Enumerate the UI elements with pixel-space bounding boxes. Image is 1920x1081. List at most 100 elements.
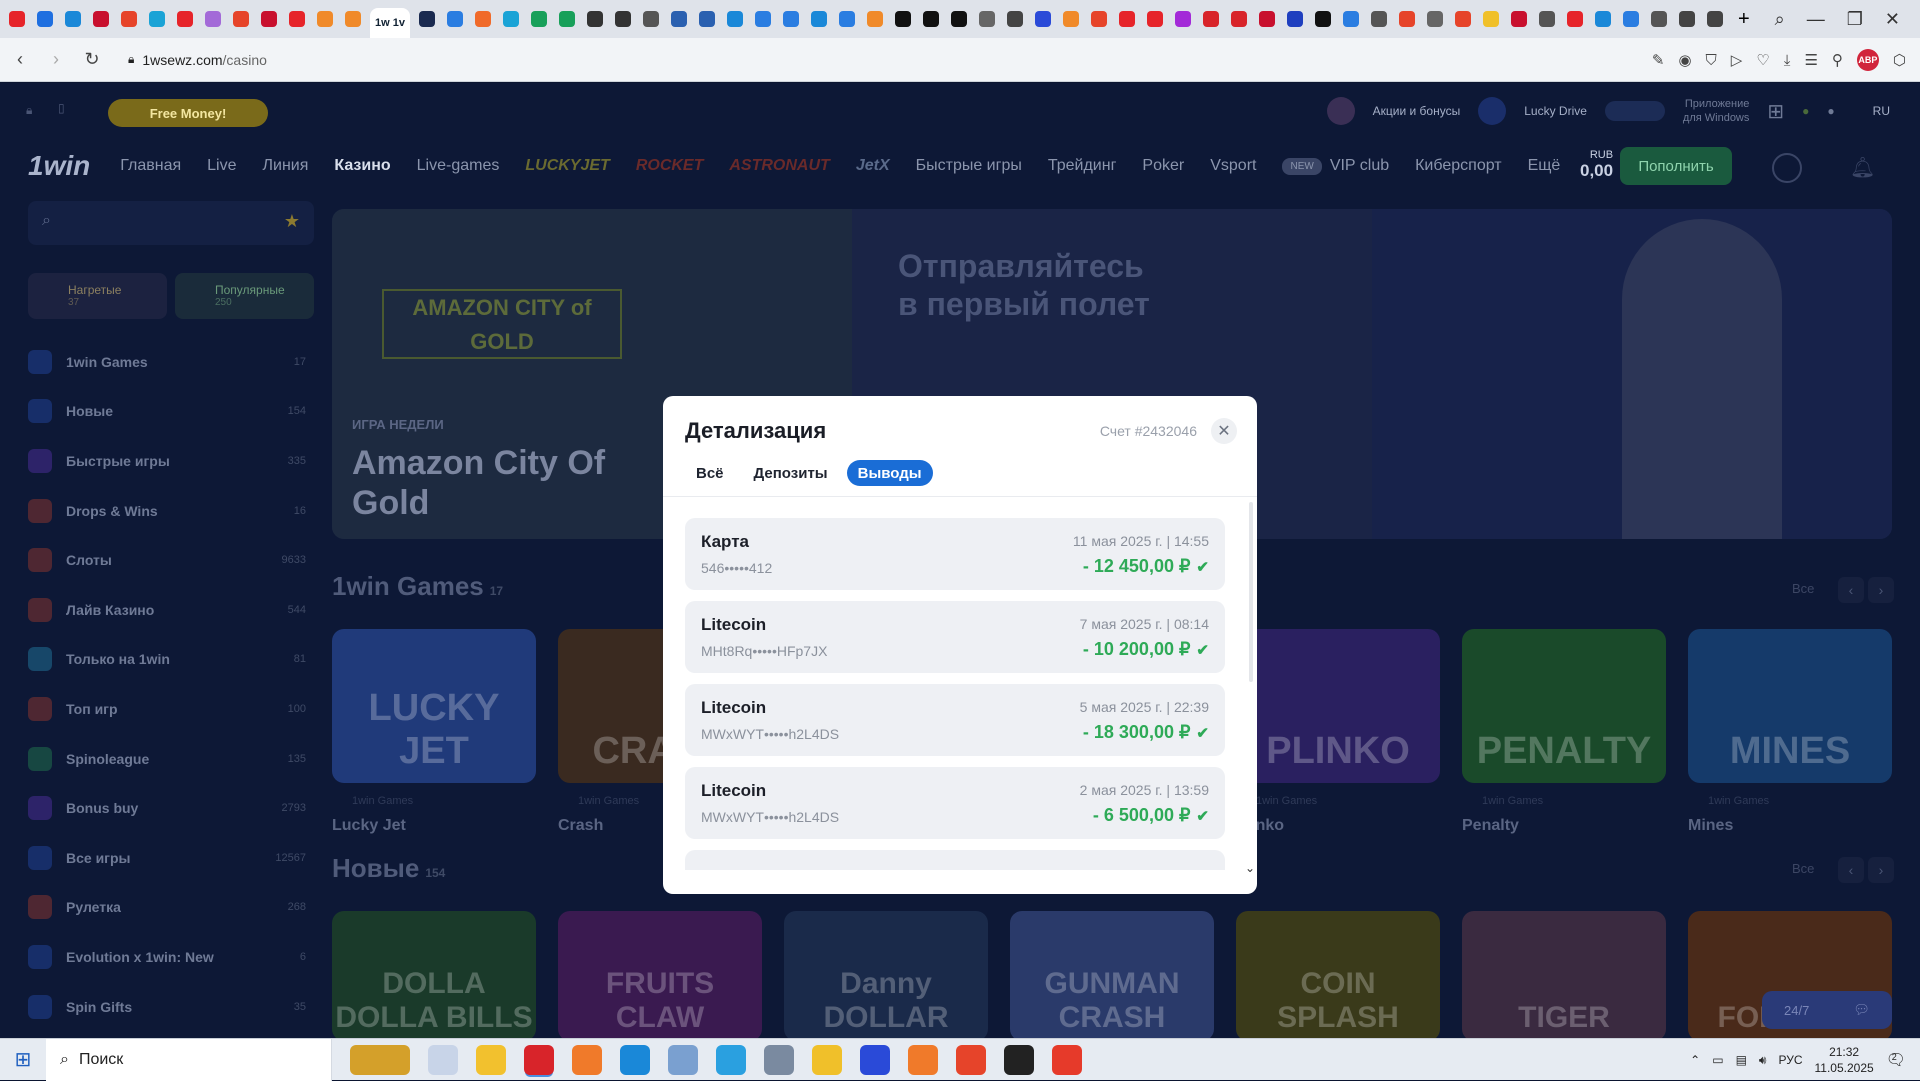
windows-icon[interactable]: ⊞ (1767, 99, 1784, 124)
taskbar-app-1[interactable] (428, 1044, 458, 1075)
sidebar-item[interactable]: Лайв Казино 544 (28, 585, 314, 635)
new-game-card[interactable]: DOLLA DOLLA BILLS (332, 911, 536, 1038)
nav-item-1[interactable]: Live (207, 157, 236, 175)
account-icon[interactable]: ⚲ (1832, 51, 1843, 69)
browser-tab-54[interactable] (1567, 11, 1583, 27)
start-button[interactable]: ⊞ (0, 1039, 46, 1081)
new-tab-button[interactable]: + (1738, 8, 1750, 31)
nav-item-5[interactable]: LUCKYJET (525, 157, 609, 175)
browser-tab-13[interactable] (419, 11, 435, 27)
game-name[interactable]: Lucky Jet (332, 817, 406, 835)
browser-tab-46[interactable] (1343, 11, 1359, 27)
browser-tab-19[interactable] (587, 11, 603, 27)
transaction-row[interactable]: Litecoin MWxWYT•••••h2L4DS 2 мая 2025 г. |… (685, 767, 1225, 839)
taskbar-search[interactable]: ⌕ Поиск (46, 1038, 332, 1081)
game-card[interactable]: PLINKO (1236, 629, 1440, 783)
sidebar-item[interactable]: Слоты 9633 (28, 535, 314, 585)
lock-small-icon[interactable]: 🔒︎ (26, 103, 32, 118)
browser-tab-17[interactable] (531, 11, 547, 27)
modal-tab-1[interactable]: Депозиты (743, 460, 839, 486)
browser-tab-22[interactable] (671, 11, 687, 27)
modal-close-button[interactable]: ✕ (1211, 418, 1237, 444)
browser-tab-48[interactable] (1399, 11, 1415, 27)
browser-tab-18[interactable] (559, 11, 575, 27)
sidebar-item[interactable]: Только на 1win 81 (28, 635, 314, 685)
sidebar-filter-0[interactable]: Нагретые 37 (28, 273, 167, 319)
sidebar-item[interactable]: Все игры 12567 (28, 833, 314, 883)
browser-tab-16[interactable] (503, 11, 519, 27)
shield-icon[interactable]: ⛉ (1706, 52, 1717, 69)
browser-tab-33[interactable] (979, 11, 995, 27)
browser-tab-40[interactable] (1175, 11, 1191, 27)
browser-tab-0[interactable] (9, 11, 25, 27)
browser-tab-25[interactable] (755, 11, 771, 27)
search-tabs-icon[interactable]: ⌕ (1775, 9, 1785, 30)
browser-tab-41[interactable] (1203, 11, 1219, 27)
language-select[interactable]: RU (1873, 104, 1890, 118)
section-new-next[interactable]: › (1868, 857, 1894, 883)
browser-tab-35[interactable] (1035, 11, 1051, 27)
transaction-row-partial[interactable] (685, 850, 1225, 870)
sidebar-item[interactable]: 1win Games 17 (28, 337, 314, 387)
nav-item-7[interactable]: ASTRONAUT (729, 157, 829, 175)
browser-tab-15[interactable] (475, 11, 491, 27)
url-field[interactable]: 🔒︎ 1wsewz.com/casino (128, 52, 267, 68)
clock[interactable]: 21:32 11.05.2025 (1815, 1044, 1874, 1076)
game-card[interactable]: MINES (1688, 629, 1892, 783)
browser-tab-27[interactable] (811, 11, 827, 27)
forward-button[interactable]: › (40, 44, 72, 76)
edit-icon[interactable]: ✎ (1652, 51, 1665, 69)
browser-tab-45[interactable] (1315, 11, 1331, 27)
modal-tab-2[interactable]: Выводы (846, 460, 933, 486)
close-window-button[interactable]: ✕ (1885, 9, 1900, 30)
browser-tab-32[interactable] (951, 11, 967, 27)
browser-tab-28[interactable] (839, 11, 855, 27)
browser-tab-36[interactable] (1063, 11, 1079, 27)
modal-scrollbar[interactable] (1249, 502, 1253, 682)
sidebar-item[interactable]: Топ игр 100 (28, 684, 314, 734)
heart-icon[interactable]: ♡ (1756, 51, 1769, 69)
browser-tab-42[interactable] (1231, 11, 1247, 27)
support-widget[interactable]: 24/7 💬︎ (1762, 991, 1892, 1029)
sidebar-item[interactable]: Spin Gifts 35 (28, 982, 314, 1032)
taskbar-app-10[interactable] (860, 1044, 890, 1075)
browser-tab-3[interactable] (93, 11, 109, 27)
nav-item-6[interactable]: ROCKET (636, 157, 704, 175)
apple-icon[interactable]: ● (1827, 104, 1834, 118)
browser-tab-10[interactable] (289, 11, 305, 27)
taskbar-app-5[interactable] (620, 1044, 650, 1075)
new-game-card[interactable]: GUNMAN CRASH (1010, 911, 1214, 1038)
transaction-row[interactable]: Litecoin MWxWYT•••••h2L4DS 5 мая 2025 г. |… (685, 684, 1225, 756)
app-download[interactable]: Приложение для Windows (1683, 97, 1749, 125)
nav-item-15[interactable]: Ещё (1528, 157, 1561, 175)
browser-tab-8[interactable] (233, 11, 249, 27)
browser-tab-12[interactable] (345, 11, 361, 27)
maximize-button[interactable]: ❐ (1847, 9, 1863, 30)
browser-tab-38[interactable] (1119, 11, 1135, 27)
game-name[interactable]: Crash (558, 817, 603, 835)
browser-tab-57[interactable] (1651, 11, 1667, 27)
tray-chevron-icon[interactable]: ⌃ (1690, 1053, 1700, 1067)
transaction-row[interactable]: Карта 546•••••412 11 мая 2025 г. | 14:55 - … (685, 518, 1225, 590)
android-icon[interactable]: ● (1802, 104, 1809, 118)
browser-tab-59[interactable] (1707, 11, 1723, 27)
network-icon[interactable]: ▤ (1736, 1053, 1747, 1067)
section-1win-next[interactable]: › (1868, 577, 1894, 603)
nav-item-2[interactable]: Линия (263, 157, 309, 175)
sidebar-item[interactable]: Drops & Wins 16 (28, 486, 314, 536)
download-icon[interactable]: ⤓ (1784, 52, 1791, 69)
nav-item-10[interactable]: Трейдинг (1048, 157, 1117, 175)
nav-item-3[interactable]: Казино (334, 157, 390, 175)
browser-tab-20[interactable] (615, 11, 631, 27)
taskbar-app-14[interactable] (1052, 1044, 1082, 1075)
browser-tab-53[interactable] (1539, 11, 1555, 27)
play-icon[interactable]: ▷ (1731, 51, 1743, 69)
browser-tab-31[interactable] (923, 11, 939, 27)
browser-tab-4[interactable] (121, 11, 137, 27)
game-card[interactable]: LUCKY JET (332, 629, 536, 783)
sidebar-item[interactable]: Новые 154 (28, 387, 314, 437)
taskbar-app-11[interactable] (908, 1044, 938, 1075)
sidebar-item[interactable]: Evolution x 1win: New 6 (28, 932, 314, 982)
browser-tab-52[interactable] (1511, 11, 1527, 27)
notifications-icon[interactable]: 🗨︎ 2 (1886, 1050, 1906, 1070)
